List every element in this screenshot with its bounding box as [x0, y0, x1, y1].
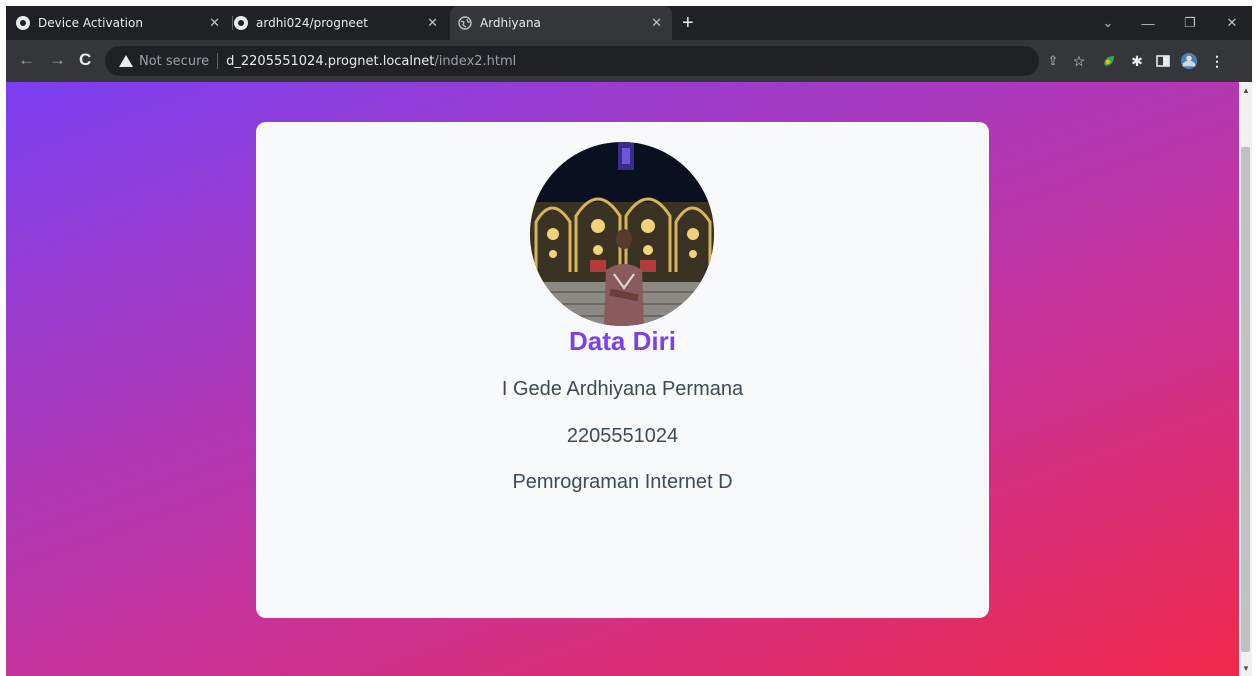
scroll-up-icon[interactable]: ▲: [1242, 86, 1250, 95]
scroll-down-icon[interactable]: ▼: [1242, 664, 1250, 673]
address-bar[interactable]: Not secure d_2205551024.prognet.localnet…: [105, 46, 1039, 76]
warning-icon: [119, 55, 133, 67]
tab-progneet-repo[interactable]: ardhi024/progneet ✕: [234, 6, 448, 40]
close-icon[interactable]: ✕: [209, 16, 220, 31]
close-icon[interactable]: ✕: [651, 16, 662, 31]
profile-card: Data Diri I Gede Ardhiyana Permana 22055…: [256, 122, 989, 618]
tab-title: Device Activation: [38, 16, 143, 30]
globe-icon: [458, 16, 472, 30]
side-panel-icon[interactable]: [1154, 52, 1172, 70]
tab-separator: [232, 16, 233, 30]
card-title: Data Diri: [569, 326, 676, 356]
tab-ardhiyana[interactable]: Ardhiyana ✕: [450, 6, 672, 40]
minimize-icon[interactable]: —: [1128, 6, 1168, 40]
url-host: d_2205551024.prognet.localnet: [226, 53, 435, 69]
tab-title: Ardhiyana: [480, 16, 541, 30]
extensions-puzzle-icon[interactable]: ✱: [1128, 52, 1146, 70]
profile-avatar-icon[interactable]: [1180, 52, 1198, 70]
student-id: 2205551024: [566, 425, 679, 447]
browser-toolbar: ← → C Not secure d_2205551024.prognet.lo…: [6, 40, 1252, 82]
reload-icon[interactable]: C: [79, 50, 91, 70]
github-icon: [234, 16, 248, 30]
back-arrow-icon[interactable]: ←: [18, 50, 35, 70]
browser-window: Device Activation ✕ ardhi024/progneet ✕ …: [6, 6, 1252, 676]
menu-kebab-icon[interactable]: ⋮: [1208, 52, 1226, 70]
tab-strip: Device Activation ✕ ardhi024/progneet ✕ …: [6, 6, 1252, 40]
bookmark-star-icon[interactable]: ☆: [1070, 52, 1088, 70]
course-name: Pemrograman Internet D: [512, 471, 733, 493]
page-viewport: Data Diri I Gede Ardhiyana Permana 22055…: [6, 82, 1239, 676]
tab-device-activation[interactable]: Device Activation ✕: [16, 6, 230, 40]
full-name: I Gede Ardhiyana Permana: [501, 378, 744, 400]
profile-photo: [530, 142, 714, 326]
vertical-scrollbar[interactable]: ▲ ▼: [1239, 82, 1252, 676]
scroll-thumb[interactable]: [1241, 147, 1250, 652]
new-tab-plus-icon[interactable]: +: [682, 11, 694, 35]
url-path: /index2.html: [434, 53, 517, 69]
tab-search-chevron-icon[interactable]: ⌄: [1088, 6, 1128, 40]
security-label[interactable]: Not secure: [139, 54, 209, 69]
close-icon[interactable]: ✕: [427, 16, 438, 31]
github-icon: [16, 16, 30, 30]
restore-icon[interactable]: ❐: [1170, 6, 1210, 40]
share-icon[interactable]: ⇪: [1044, 52, 1062, 70]
forward-arrow-icon[interactable]: →: [49, 50, 66, 70]
extension-leaf-icon[interactable]: [1100, 52, 1118, 70]
tab-title: ardhi024/progneet: [256, 16, 368, 30]
window-close-icon[interactable]: ✕: [1212, 6, 1252, 40]
omnibox-divider: [217, 53, 219, 69]
